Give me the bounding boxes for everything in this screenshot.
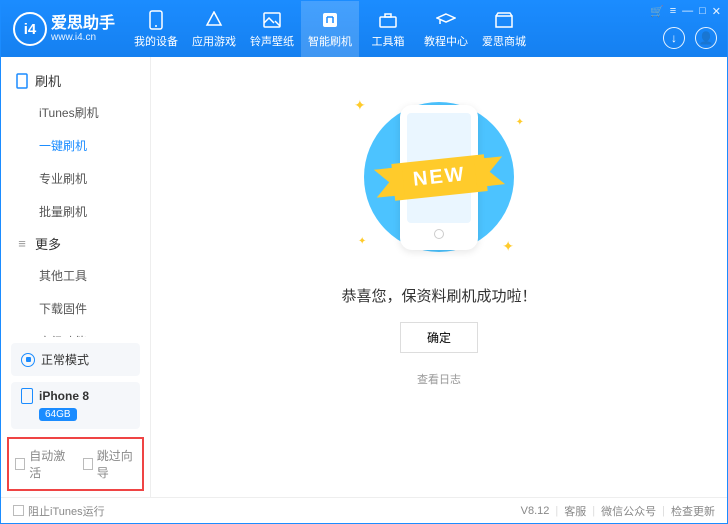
tutorial-icon (436, 10, 456, 30)
support-link[interactable]: 客服 (564, 503, 586, 519)
flash-icon (320, 10, 340, 30)
header-actions: ↓ 👤 (663, 27, 717, 49)
app-logo: i4 爱思助手 www.i4.cn (1, 12, 127, 46)
footer: 阻止iTunes运行 V8.12 | 客服 | 微信公众号 | 检查更新 (1, 497, 727, 523)
nav-my-device[interactable]: 我的设备 (127, 1, 185, 57)
brand-name: 爱思助手 (51, 15, 115, 33)
storage-badge: 64GB (39, 408, 77, 421)
sidebar-batch-flash[interactable]: 批量刷机 (1, 195, 150, 228)
user-icon[interactable]: 👤 (695, 27, 717, 49)
nav-smart-flash[interactable]: 智能刷机 (301, 1, 359, 57)
refresh-icon (21, 353, 35, 367)
sidebar: 刷机 iTunes刷机 一键刷机 专业刷机 批量刷机 ≡ 更多 其他工具 下载固… (1, 57, 151, 497)
section-label: 刷机 (35, 71, 61, 90)
close-icon[interactable]: ✕ (712, 5, 721, 18)
section-label: 更多 (35, 234, 61, 253)
checkbox-label: 跳过向导 (97, 447, 136, 481)
nav-ringtone-wallpaper[interactable]: 铃声壁纸 (243, 1, 301, 57)
version-label: V8.12 (521, 505, 550, 517)
checkbox-label: 阻止iTunes运行 (28, 503, 105, 519)
check-update-link[interactable]: 检查更新 (671, 503, 715, 519)
more-section-icon: ≡ (15, 237, 29, 251)
nav-store[interactable]: 爱思商城 (475, 1, 533, 57)
sidebar-download-firmware[interactable]: 下载固件 (1, 292, 150, 325)
view-log-link[interactable]: 查看日志 (417, 371, 461, 387)
minimize-icon[interactable]: — (682, 5, 693, 18)
sidebar-pro-flash[interactable]: 专业刷机 (1, 162, 150, 195)
cart-icon[interactable]: 🛒 (650, 5, 664, 18)
options-highlight: 自动激活 跳过向导 (7, 437, 144, 491)
sidebar-oneclick-flash[interactable]: 一键刷机 (1, 129, 150, 162)
flash-section-icon (15, 74, 29, 88)
sidebar-other-tools[interactable]: 其他工具 (1, 259, 150, 292)
checkbox-icon (15, 458, 25, 470)
wechat-link[interactable]: 微信公众号 (601, 503, 656, 519)
wallpaper-icon (262, 10, 282, 30)
confirm-button[interactable]: 确定 (400, 322, 478, 353)
mode-label: 正常模式 (41, 351, 89, 368)
menu-icon[interactable]: ≡ (670, 5, 676, 18)
brand-url: www.i4.cn (51, 32, 115, 43)
device-name-label: iPhone 8 (39, 389, 89, 403)
nav-label: 应用游戏 (192, 33, 236, 49)
apps-icon (204, 10, 224, 30)
nav-tutorials[interactable]: 教程中心 (417, 1, 475, 57)
section-more: ≡ 更多 (1, 228, 150, 259)
store-icon (494, 10, 514, 30)
download-icon[interactable]: ↓ (663, 27, 685, 49)
nav-apps-games[interactable]: 应用游戏 (185, 1, 243, 57)
checkbox-skip-guide[interactable]: 跳过向导 (83, 447, 137, 481)
checkbox-label: 自动激活 (29, 447, 68, 481)
device-card[interactable]: iPhone 8 64GB (11, 382, 140, 429)
window-controls: 🛒 ≡ — □ ✕ (650, 5, 721, 18)
phone-icon (21, 388, 33, 404)
success-message: 恭喜您，保资料刷机成功啦！ (341, 285, 536, 306)
nav-label: 我的设备 (134, 33, 178, 49)
maximize-icon[interactable]: □ (699, 5, 706, 18)
nav-label: 铃声壁纸 (250, 33, 294, 49)
main-content: ✦ ✦ ✦ ✦ NEW 恭喜您，保资料刷机成功啦！ 确定 查看日志 (151, 57, 727, 497)
nav-label: 爱思商城 (482, 33, 526, 49)
mode-status[interactable]: 正常模式 (11, 343, 140, 376)
checkbox-icon (83, 458, 93, 470)
checkbox-icon (13, 505, 24, 516)
section-flash: 刷机 (1, 65, 150, 96)
checkbox-block-itunes[interactable]: 阻止iTunes运行 (13, 503, 105, 519)
logo-icon: i4 (13, 12, 47, 46)
toolbox-icon (378, 10, 398, 30)
nav-toolbox[interactable]: 工具箱 (359, 1, 417, 57)
nav-label: 教程中心 (424, 33, 468, 49)
top-nav: 我的设备 应用游戏 铃声壁纸 智能刷机 工具箱 教程中心 (127, 1, 533, 57)
success-illustration: ✦ ✦ ✦ ✦ NEW (314, 87, 564, 267)
sidebar-itunes-flash[interactable]: iTunes刷机 (1, 96, 150, 129)
app-header: i4 爱思助手 www.i4.cn 我的设备 应用游戏 铃声壁纸 智能刷机 (1, 1, 727, 57)
nav-label: 智能刷机 (308, 33, 352, 49)
nav-label: 工具箱 (372, 33, 405, 49)
checkbox-auto-activate[interactable]: 自动激活 (15, 447, 69, 481)
device-icon (146, 10, 166, 30)
sidebar-advanced[interactable]: 高级功能 (1, 325, 150, 337)
